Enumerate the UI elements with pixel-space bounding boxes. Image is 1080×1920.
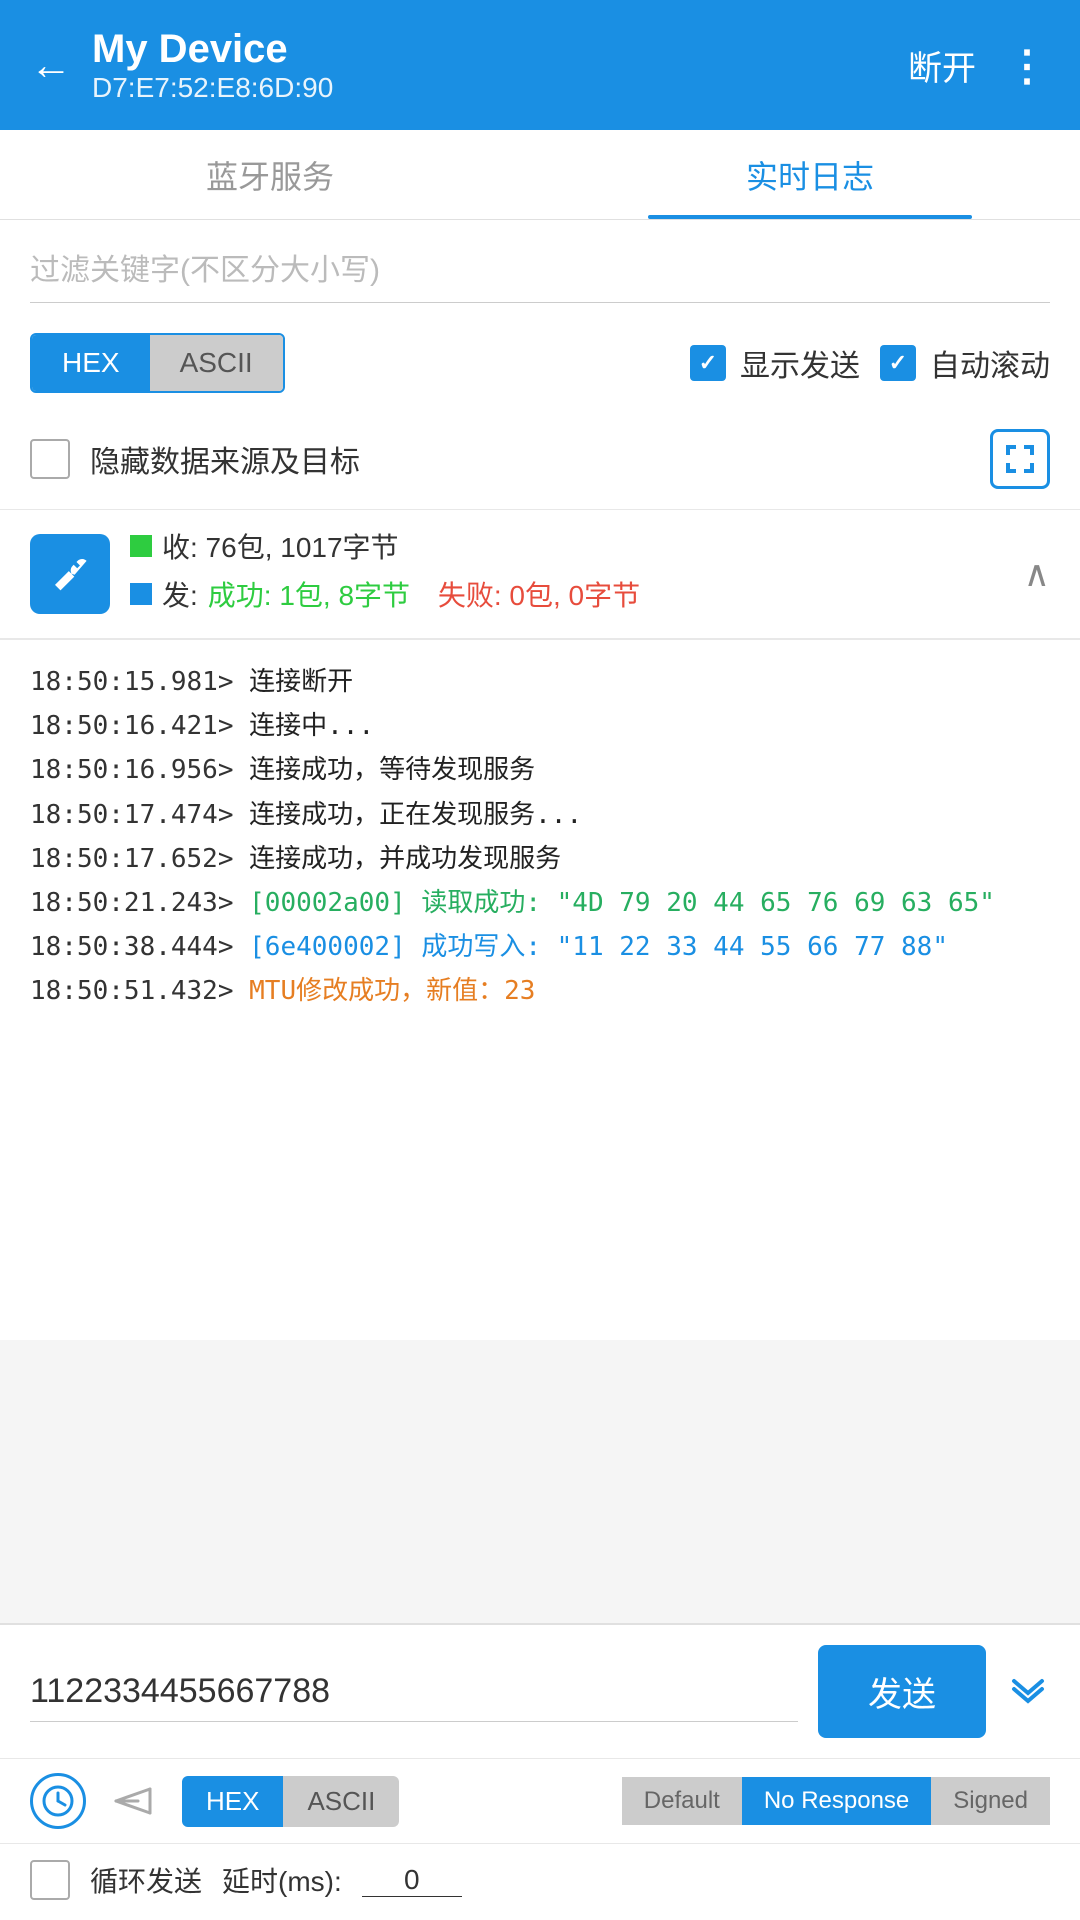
tab-bar: 蓝牙服务 实时日志 [0,130,1080,220]
log-line-2: 18:50:16.421> 连接中... [30,704,1050,748]
auto-scroll-label: 自动滚动 [930,341,1050,385]
tab-realtime-log[interactable]: 实时日志 [540,130,1080,219]
send-dot [130,583,152,605]
log-ts-1: 18:50:15.981> [30,667,234,697]
hex-button[interactable]: HEX [32,335,150,391]
show-send-checkbox[interactable] [690,345,726,381]
wrench-icon [30,534,110,614]
ascii-button[interactable]: ASCII [150,335,283,391]
loop-label: 循环发送 [90,1860,202,1900]
bottom-hex-button[interactable]: HEX [182,1776,283,1827]
log-line-1: 18:50:15.981> 连接断开 [30,660,1050,704]
log-ts-8: 18:50:51.432> [30,976,234,1006]
log-text-1: 连接断开 [249,667,353,697]
bottom-controls-row: HEX ASCII Default No Response Signed [0,1759,1080,1844]
disconnect-button[interactable]: 断开 [908,41,976,90]
bottom-panel: 发送 HEX ASCII [0,1623,1080,1920]
more-menu-button[interactable]: ⋮ [1006,41,1050,90]
bottom-ascii-button[interactable]: ASCII [283,1776,399,1827]
log-ts-4: 18:50:17.474> [30,800,234,830]
log-text-4: 连接成功，正在发现服务... [249,800,582,830]
log-text-3: 连接成功，等待发现服务 [249,755,535,785]
app-header: ← My Device D7:E7:52:E8:6D:90 断开 ⋮ [0,0,1080,130]
log-line-5: 18:50:17.652> 连接成功，并成功发现服务 [30,837,1050,881]
stats-row: 收: 76包, 1017字节 发: 成功: 1包, 8字节 失败: 0包, 0字… [0,510,1080,640]
log-ts-6: 18:50:21.243> [30,888,234,918]
recv-stats: 收: 76包, 1017字节 [162,526,399,566]
log-text-7: [6e400002] 成功写入: "11 22 33 44 55 66 77 8… [249,932,948,962]
default-button[interactable]: Default [622,1777,742,1825]
send-fail-sep [420,578,428,610]
encoding-toggle: HEX ASCII [30,333,285,393]
log-text-6: [00002a00] 读取成功: "4D 79 20 44 65 76 69 6… [249,888,995,918]
no-response-button[interactable]: No Response [742,1777,931,1825]
send-expand-button[interactable] [1006,1665,1050,1718]
log-area: 18:50:15.981> 连接断开 18:50:16.421> 连接中... … [0,640,1080,1340]
stats-text: 收: 76包, 1017字节 发: 成功: 1包, 8字节 失败: 0包, 0字… [130,526,1004,622]
log-text-2: 连接中... [249,711,374,741]
show-send-label: 显示发送 [740,341,860,385]
log-line-3: 18:50:16.956> 连接成功，等待发现服务 [30,748,1050,792]
log-line-6: 18:50:21.243> [00002a00] 读取成功: "4D 79 20… [30,881,1050,925]
controls-row: HEX ASCII 显示发送 自动滚动 [0,313,1080,413]
auto-scroll-checkbox[interactable] [880,345,916,381]
log-line-4: 18:50:17.474> 连接成功，正在发现服务... [30,793,1050,837]
send-label: 发: [162,574,198,614]
show-send-group: 显示发送 [690,341,860,385]
filter-section [0,220,1080,313]
log-line-8: 18:50:51.432> MTU修改成功，新值：23 [30,969,1050,1013]
log-ts-2: 18:50:16.421> [30,711,234,741]
delay-label: 延时(ms): [222,1860,342,1900]
hide-source-label: 隐藏数据来源及目标 [90,437,970,481]
history-button[interactable] [30,1773,86,1829]
hide-source-checkbox[interactable] [30,439,70,479]
send-row: 发送 [0,1625,1080,1759]
device-address: D7:E7:52:E8:6D:90 [92,72,333,104]
send-icon-button[interactable] [106,1773,162,1829]
response-type-group: Default No Response Signed [622,1777,1050,1825]
bottom-encoding-toggle: HEX ASCII [182,1776,399,1827]
send-input[interactable] [30,1662,798,1722]
log-text-5: 连接成功，并成功发现服务 [249,844,561,874]
send-fail: 失败: 0包, 0字节 [438,574,640,614]
recv-dot [130,535,152,557]
tab-bluetooth-service[interactable]: 蓝牙服务 [0,130,540,219]
log-ts-5: 18:50:17.652> [30,844,234,874]
expand-button[interactable] [990,429,1050,489]
collapse-arrow[interactable]: ∧ [1024,553,1050,595]
loop-checkbox[interactable] [30,1860,70,1900]
send-button[interactable]: 发送 [818,1645,986,1738]
loop-row: 循环发送 延时(ms): [0,1844,1080,1920]
signed-button[interactable]: Signed [931,1777,1050,1825]
send-success: 成功: 1包, 8字节 [208,574,410,614]
delay-input[interactable] [362,1864,462,1897]
log-line-7: 18:50:38.444> [6e400002] 成功写入: "11 22 33… [30,925,1050,969]
hide-source-row: 隐藏数据来源及目标 [0,413,1080,510]
log-ts-7: 18:50:38.444> [30,932,234,962]
log-ts-3: 18:50:16.956> [30,755,234,785]
device-name: My Device [92,27,333,72]
filter-input[interactable] [30,240,1050,303]
log-text-8: MTU修改成功，新值：23 [249,976,535,1006]
auto-scroll-group: 自动滚动 [880,341,1050,385]
back-button[interactable]: ← [30,41,72,89]
